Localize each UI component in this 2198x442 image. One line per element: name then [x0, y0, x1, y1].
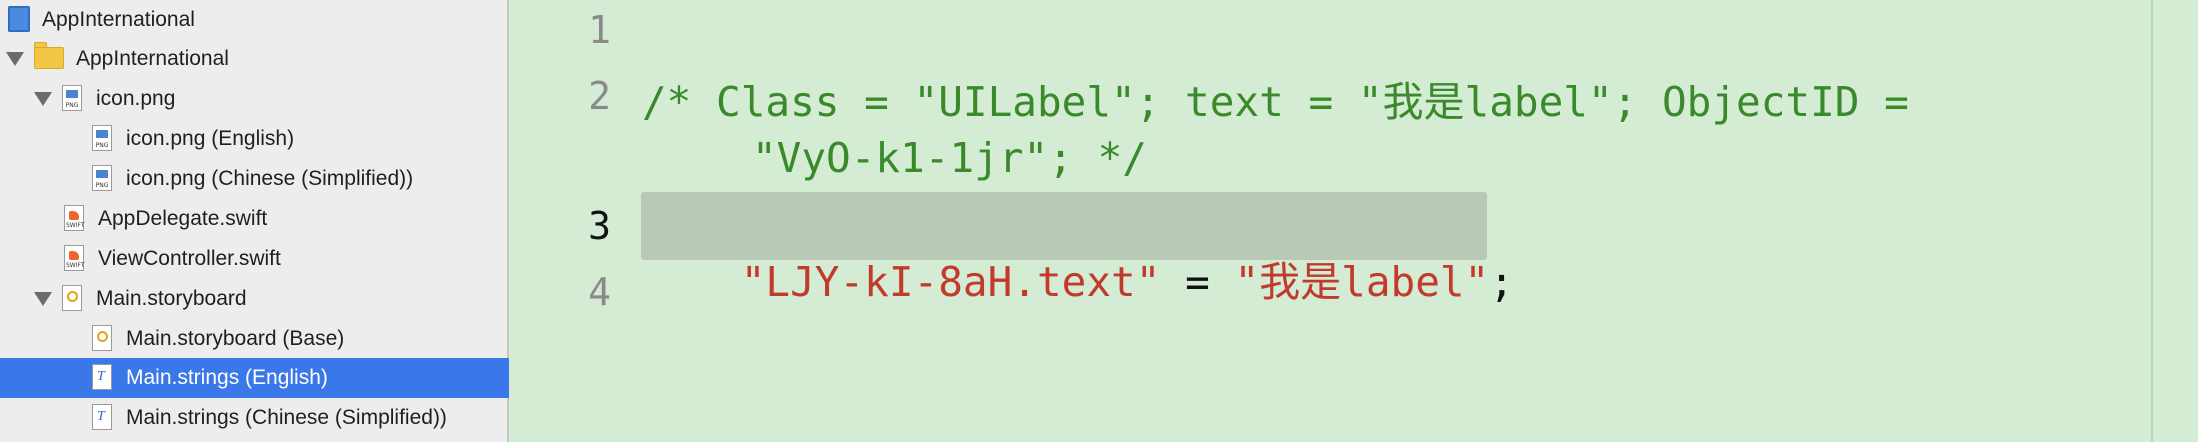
- nav-item-main-storyboard[interactable]: Main.storyboard: [0, 279, 509, 319]
- string-key: "LJY-kI-8aH.text": [740, 258, 1161, 306]
- swift-file-icon: SWIFT: [64, 205, 86, 233]
- nav-item-icon-png[interactable]: PNG icon.png: [0, 79, 509, 119]
- nav-item-appdelegate[interactable]: SWIFT AppDelegate.swift: [0, 199, 509, 239]
- code-comment-line[interactable]: /* Class = "UILabel"; text = "我是label"; …: [642, 68, 1909, 128]
- equals-token: =: [1160, 258, 1235, 306]
- nav-item-label: icon.png (English): [126, 127, 295, 150]
- editor-right-margin: [2151, 0, 2153, 442]
- nav-item-label: AppInternational: [76, 47, 229, 70]
- line-number: 4: [588, 270, 611, 314]
- disclosure-triangle-icon[interactable]: [34, 92, 52, 106]
- nav-item-icon-png-english[interactable]: PNG icon.png (English): [0, 119, 509, 159]
- nav-item-label: icon.png: [96, 87, 176, 110]
- line-number-current: 3: [588, 204, 611, 248]
- nav-item-label: Main.storyboard: [96, 287, 247, 310]
- nav-item-label: AppDelegate.swift: [98, 207, 268, 230]
- nav-item-label: AppInternational: [42, 8, 195, 31]
- nav-item-icon-png-chinese[interactable]: PNG icon.png (Chinese (Simplified)): [0, 159, 509, 199]
- nav-item-main-strings-english[interactable]: T Main.strings (English): [0, 358, 509, 398]
- nav-item-label: Main.strings (Chinese (Simplified)): [126, 406, 447, 429]
- storyboard-file-icon: [92, 325, 114, 353]
- project-navigator: AppInternational AppInternational PNG ic…: [0, 0, 509, 442]
- swift-file-icon: SWIFT: [64, 245, 86, 273]
- nav-item-project[interactable]: AppInternational: [0, 0, 509, 40]
- folder-icon: [34, 42, 64, 75]
- nav-item-label: Main.storyboard (Base): [126, 327, 345, 350]
- disclosure-triangle-icon[interactable]: [6, 52, 24, 66]
- code-comment-line-wrapped[interactable]: "VyO-k1-1jr"; */: [752, 134, 1147, 182]
- storyboard-file-icon: [62, 285, 84, 313]
- line-number: 2: [588, 74, 611, 118]
- png-file-icon: PNG: [92, 165, 114, 193]
- source-editor[interactable]: 1 2 3 4 /* Class = "UILabel"; text = "我是…: [511, 0, 2151, 442]
- png-file-icon: PNG: [62, 85, 84, 113]
- code-line-3[interactable]: "LJY-kI-8aH.text" = "我是label";: [642, 200, 1514, 356]
- semicolon-token: ;: [1489, 258, 1514, 306]
- strings-file-icon: T: [92, 404, 114, 432]
- disclosure-triangle-icon[interactable]: [34, 292, 52, 306]
- nav-item-label: Main.strings (English): [126, 366, 328, 389]
- string-value: "我是label": [1234, 258, 1490, 306]
- nav-item-label: ViewController.swift: [98, 247, 281, 270]
- nav-item-main-storyboard-base[interactable]: Main.storyboard (Base): [0, 319, 509, 359]
- nav-item-label: icon.png (Chinese (Simplified)): [126, 167, 414, 190]
- line-number: 1: [588, 8, 611, 52]
- strings-file-icon: T: [92, 364, 114, 392]
- nav-item-viewcontroller[interactable]: SWIFT ViewController.swift: [0, 239, 509, 279]
- nav-item-folder[interactable]: AppInternational: [0, 39, 509, 79]
- nav-item-main-strings-chinese[interactable]: T Main.strings (Chinese (Simplified)): [0, 398, 509, 438]
- project-icon: [8, 6, 30, 34]
- png-file-icon: PNG: [92, 125, 114, 153]
